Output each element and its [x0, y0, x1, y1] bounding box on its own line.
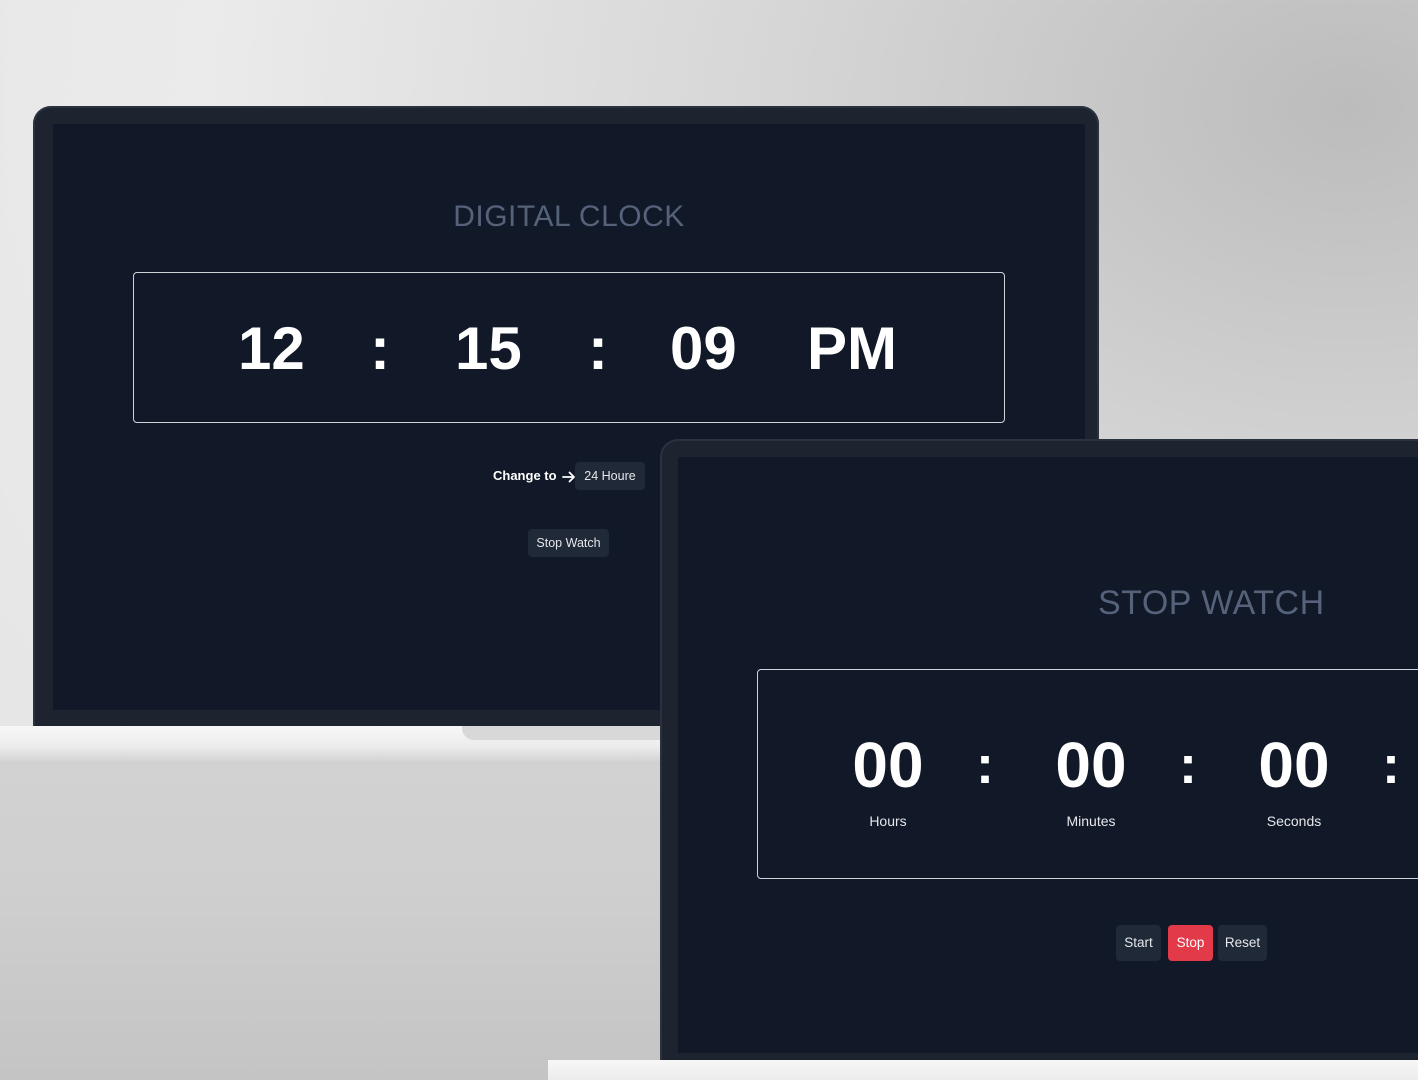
stopwatch-minutes: 00: [1055, 729, 1127, 801]
format-toggle-button[interactable]: 24 Houre: [575, 462, 645, 490]
stopwatch-colon-1: :: [976, 735, 994, 795]
stopwatch-seconds-label: Seconds: [1266, 813, 1322, 829]
change-to-label: Change to: [493, 468, 576, 484]
clock-minutes: 15: [455, 315, 522, 382]
start-button[interactable]: Start: [1116, 925, 1161, 961]
stopwatch-seconds: 00: [1258, 729, 1330, 801]
stopwatch-minutes-label: Minutes: [1066, 813, 1116, 829]
clock-hours: 12: [238, 315, 305, 382]
stop-watch-button[interactable]: Stop Watch: [528, 529, 609, 557]
stopwatch-hours: 00: [852, 729, 924, 801]
stopwatch-hours-label: Hours: [869, 813, 907, 829]
stop-button[interactable]: Stop: [1168, 925, 1213, 961]
clock-period: PM: [807, 315, 897, 382]
clock-seconds: 09: [670, 315, 737, 382]
stop-watch-display: 00 Hours : 00 Minutes : 00 Seconds :: [757, 669, 1418, 879]
clock-colon-2: :: [588, 315, 608, 382]
laptop-1-notch: [462, 726, 672, 740]
digital-clock-display: 12 : 15 : 09 PM: [133, 272, 1005, 423]
stopwatch-colon-2: :: [1179, 735, 1197, 795]
stop-watch-screen: STOP WATCH 00 Hours : 00 Minutes : 00 Se…: [678, 457, 1418, 1053]
change-to-text: Change to: [493, 468, 557, 483]
reset-button[interactable]: Reset: [1218, 925, 1267, 961]
clock-colon-1: :: [370, 315, 390, 382]
digital-clock-title: DIGITAL CLOCK: [453, 200, 685, 233]
stopwatch-colon-3: :: [1382, 735, 1400, 795]
stop-watch-title: STOP WATCH: [1098, 584, 1325, 622]
laptop-2-base: [548, 1060, 1418, 1080]
